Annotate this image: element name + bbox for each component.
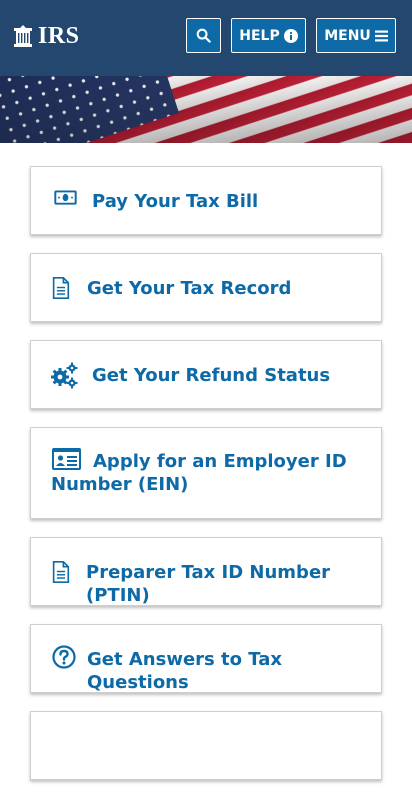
card-label: Pay Your Tax Bill (92, 191, 259, 212)
menu-label: MENU (324, 27, 371, 44)
card-label: Get Answers to Tax Questions (87, 649, 282, 693)
cogs-icon (51, 362, 78, 389)
eagle-icon (14, 25, 32, 47)
info-circle-icon (283, 28, 298, 43)
irs-logo[interactable]: IRS (11, 24, 80, 48)
card-ptin[interactable]: Preparer Tax ID Number (PTIN) (30, 537, 382, 606)
search-icon (196, 28, 211, 43)
card-refund-status[interactable]: Get Your Refund Status (30, 340, 382, 409)
hamburger-icon (374, 30, 388, 41)
menu-button[interactable]: MENU (316, 18, 396, 53)
card-partial[interactable] (30, 711, 382, 780)
card-pay-tax-bill[interactable]: Pay Your Tax Bill (30, 166, 382, 235)
search-button[interactable] (186, 18, 221, 53)
help-button[interactable]: HELP (231, 18, 306, 53)
card-label: Get Your Refund Status (92, 365, 331, 386)
card-tax-record[interactable]: Get Your Tax Record (30, 253, 382, 322)
card-label: Apply for an Employer ID Number (EIN) (51, 451, 347, 495)
document-icon (52, 277, 70, 299)
quick-links: Pay Your Tax Bill Get Your Tax Record Ge… (30, 166, 382, 798)
card-label: Get Your Tax Record (87, 278, 292, 299)
card-tax-questions[interactable]: Get Answers to Tax Questions (30, 624, 382, 693)
site-header: IRS HELP MENU (0, 0, 412, 76)
help-label: HELP (239, 27, 280, 44)
document-icon (52, 561, 70, 583)
card-label: Preparer Tax ID Number (PTIN) (86, 562, 331, 606)
logo-text: IRS (38, 23, 80, 49)
card-apply-ein[interactable]: Apply for an Employer ID Number (EIN) (30, 427, 382, 519)
question-circle-icon (52, 645, 76, 669)
money-bill-icon (54, 190, 77, 205)
flag-banner (0, 76, 412, 143)
